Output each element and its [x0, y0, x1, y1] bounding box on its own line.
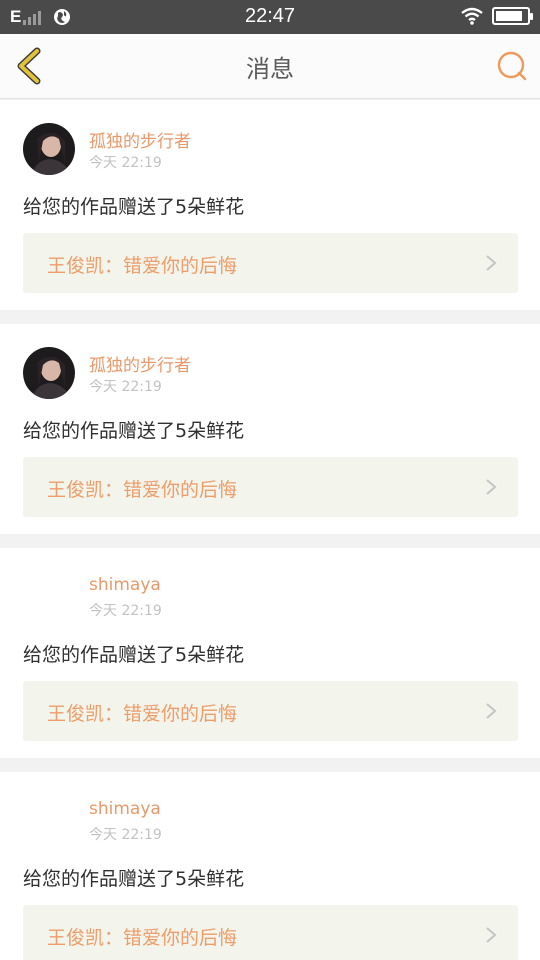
sender-name[interactable]: 孤独的步行者: [89, 351, 191, 376]
work-link[interactable]: 王俊凯：错爱你的后悔: [23, 233, 518, 293]
message-time: 今天 22:19: [89, 379, 162, 395]
message-card: 孤独的步行者 今天 22:19 给您的作品赠送了5朵鲜花 王俊凯：错爱你的后悔: [0, 324, 540, 534]
message-card: shimaya 今天 22:19 给您的作品赠送了5朵鲜花 王俊凯：错爱你的后悔: [0, 548, 540, 758]
search-button[interactable]: [496, 50, 528, 82]
avatar-image: [23, 123, 75, 175]
page-title-wrap: 消息: [0, 49, 540, 84]
sender-name[interactable]: 孤独的步行者: [89, 127, 191, 152]
work-title: 王俊凯：错爱你的后悔: [47, 927, 238, 949]
work-title: 王俊凯：错爱你的后悔: [47, 255, 238, 277]
battery-level: [496, 11, 522, 21]
message-time: 今天 22:19: [89, 603, 162, 619]
work-title: 王俊凯：错爱你的后悔: [47, 479, 238, 501]
work-link[interactable]: 王俊凯：错爱你的后悔: [23, 457, 518, 517]
chevron-right-icon: [486, 479, 497, 495]
page-title: 消息: [246, 55, 294, 83]
message-text: 给您的作品赠送了5朵鲜花: [23, 196, 245, 218]
message-time: 今天 22:19: [89, 155, 162, 171]
search-icon: [497, 51, 527, 81]
top-bar: 消息: [0, 34, 540, 99]
avatar[interactable]: [23, 123, 75, 175]
message-card: shimaya 今天 22:19 给您的作品赠送了5朵鲜花 王俊凯：错爱你的后悔: [0, 772, 540, 960]
work-title: 王俊凯：错爱你的后悔: [47, 703, 238, 725]
message-text: 给您的作品赠送了5朵鲜花: [23, 420, 245, 442]
status-bar: E 22:47: [0, 0, 540, 34]
wifi-icon: [461, 7, 483, 25]
chevron-right-icon: [486, 927, 497, 943]
chevron-right-icon: [486, 703, 497, 719]
message-card: 孤独的步行者 今天 22:19 给您的作品赠送了5朵鲜花 王俊凯：错爱你的后悔: [0, 100, 540, 310]
message-text: 给您的作品赠送了5朵鲜花: [23, 644, 245, 666]
work-link[interactable]: 王俊凯：错爱你的后悔: [23, 681, 518, 741]
chevron-right-icon: [486, 255, 497, 271]
status-time: 22:47: [244, 5, 296, 27]
avatar[interactable]: [23, 347, 75, 399]
battery-icon: [492, 7, 533, 25]
work-link[interactable]: 王俊凯：错爱你的后悔: [23, 905, 518, 960]
message-text: 给您的作品赠送了5朵鲜花: [23, 868, 245, 890]
status-bar-right: [460, 7, 533, 25]
message-list: 孤独的步行者 今天 22:19 给您的作品赠送了5朵鲜花 王俊凯：错爱你的后悔 …: [0, 100, 540, 960]
sender-name[interactable]: shimaya: [89, 799, 161, 819]
avatar-image: [23, 347, 75, 399]
message-time: 今天 22:19: [89, 827, 162, 843]
sender-name[interactable]: shimaya: [89, 575, 161, 595]
